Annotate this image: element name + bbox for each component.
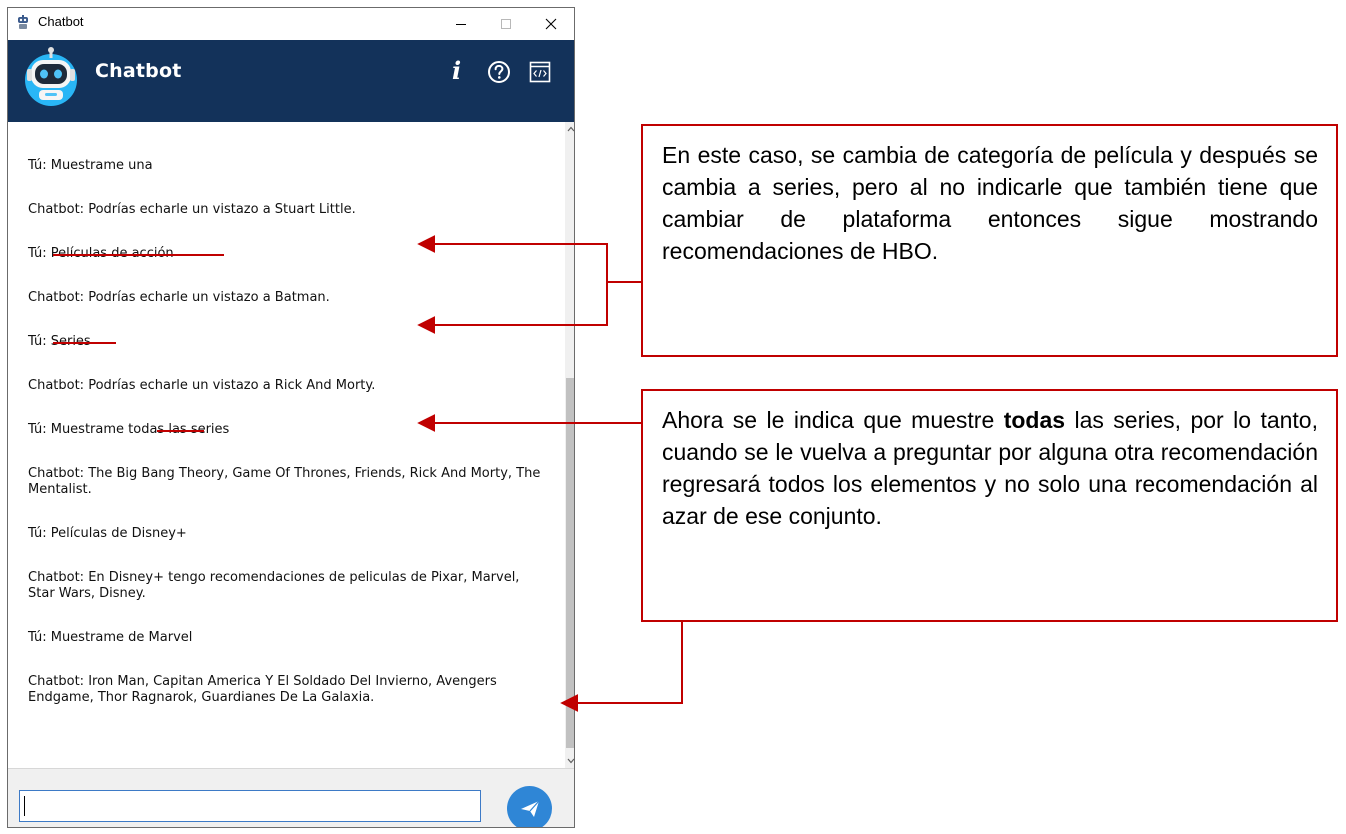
text-caret: [24, 796, 25, 816]
highlight-underline-todas: [157, 430, 204, 432]
annotation-note-2-text: Ahora se le indica que muestre todas las…: [662, 407, 1318, 529]
annotation-note-1: En este caso, se cambia de categoría de …: [641, 124, 1338, 357]
input-bar: [8, 768, 574, 827]
highlight-underline-peliculas: [53, 254, 224, 256]
send-button[interactable]: [507, 786, 552, 827]
chat-message: Tú: Muestrame de Marvel: [28, 630, 193, 645]
scroll-down-arrow-icon[interactable]: [565, 754, 574, 768]
title-bar: Chatbot: [8, 8, 574, 40]
scrollbar-thumb[interactable]: [566, 378, 574, 748]
robot-avatar-icon: [23, 46, 79, 108]
chat-message: Chatbot: Podrías echarle un vistazo a St…: [28, 202, 356, 217]
chat-message: Tú: Películas de Disney+: [28, 526, 187, 541]
minimize-button[interactable]: [439, 8, 483, 40]
highlight-underline-series: [53, 342, 116, 344]
close-button[interactable]: [529, 8, 573, 40]
chat-message: Tú: Muestrame todas las series: [28, 422, 230, 437]
annotation-note-2: Ahora se le indica que muestre todas las…: [641, 389, 1338, 622]
help-icon[interactable]: [487, 60, 511, 84]
message-input[interactable]: [19, 790, 481, 822]
chat-history: Tú: Muestrame una Chatbot: Podrías echar…: [8, 122, 565, 768]
info-icon[interactable]: i: [452, 56, 461, 85]
paper-plane-icon: [520, 800, 539, 817]
app-icon: [15, 15, 31, 31]
annotation-note-1-text: En este caso, se cambia de categoría de …: [662, 142, 1318, 264]
chat-message: Chatbot: Podrías echarle un vistazo a Ba…: [28, 290, 330, 305]
chat-message: Chatbot: The Big Bang Theory, Game Of Th…: [28, 466, 541, 497]
chat-message: Chatbot: En Disney+ tengo recomendacione…: [28, 570, 520, 601]
maximize-button[interactable]: [484, 8, 528, 40]
chat-header-title: Chatbot: [95, 60, 182, 82]
chat-message: Tú: Muestrame una: [28, 158, 153, 173]
chat-scrollbar[interactable]: [565, 122, 574, 768]
chat-header: Chatbot i: [8, 40, 574, 122]
window-title: Chatbot: [38, 14, 84, 29]
chat-message: Chatbot: Iron Man, Capitan America Y El …: [28, 674, 497, 705]
chat-message: Chatbot: Podrías echarle un vistazo a Ri…: [28, 378, 376, 393]
code-icon[interactable]: [529, 61, 551, 83]
chatbot-window: Chatbot Chatbot i Tú: Muestrame una Chat…: [7, 7, 575, 828]
scroll-up-arrow-icon[interactable]: [565, 122, 574, 136]
